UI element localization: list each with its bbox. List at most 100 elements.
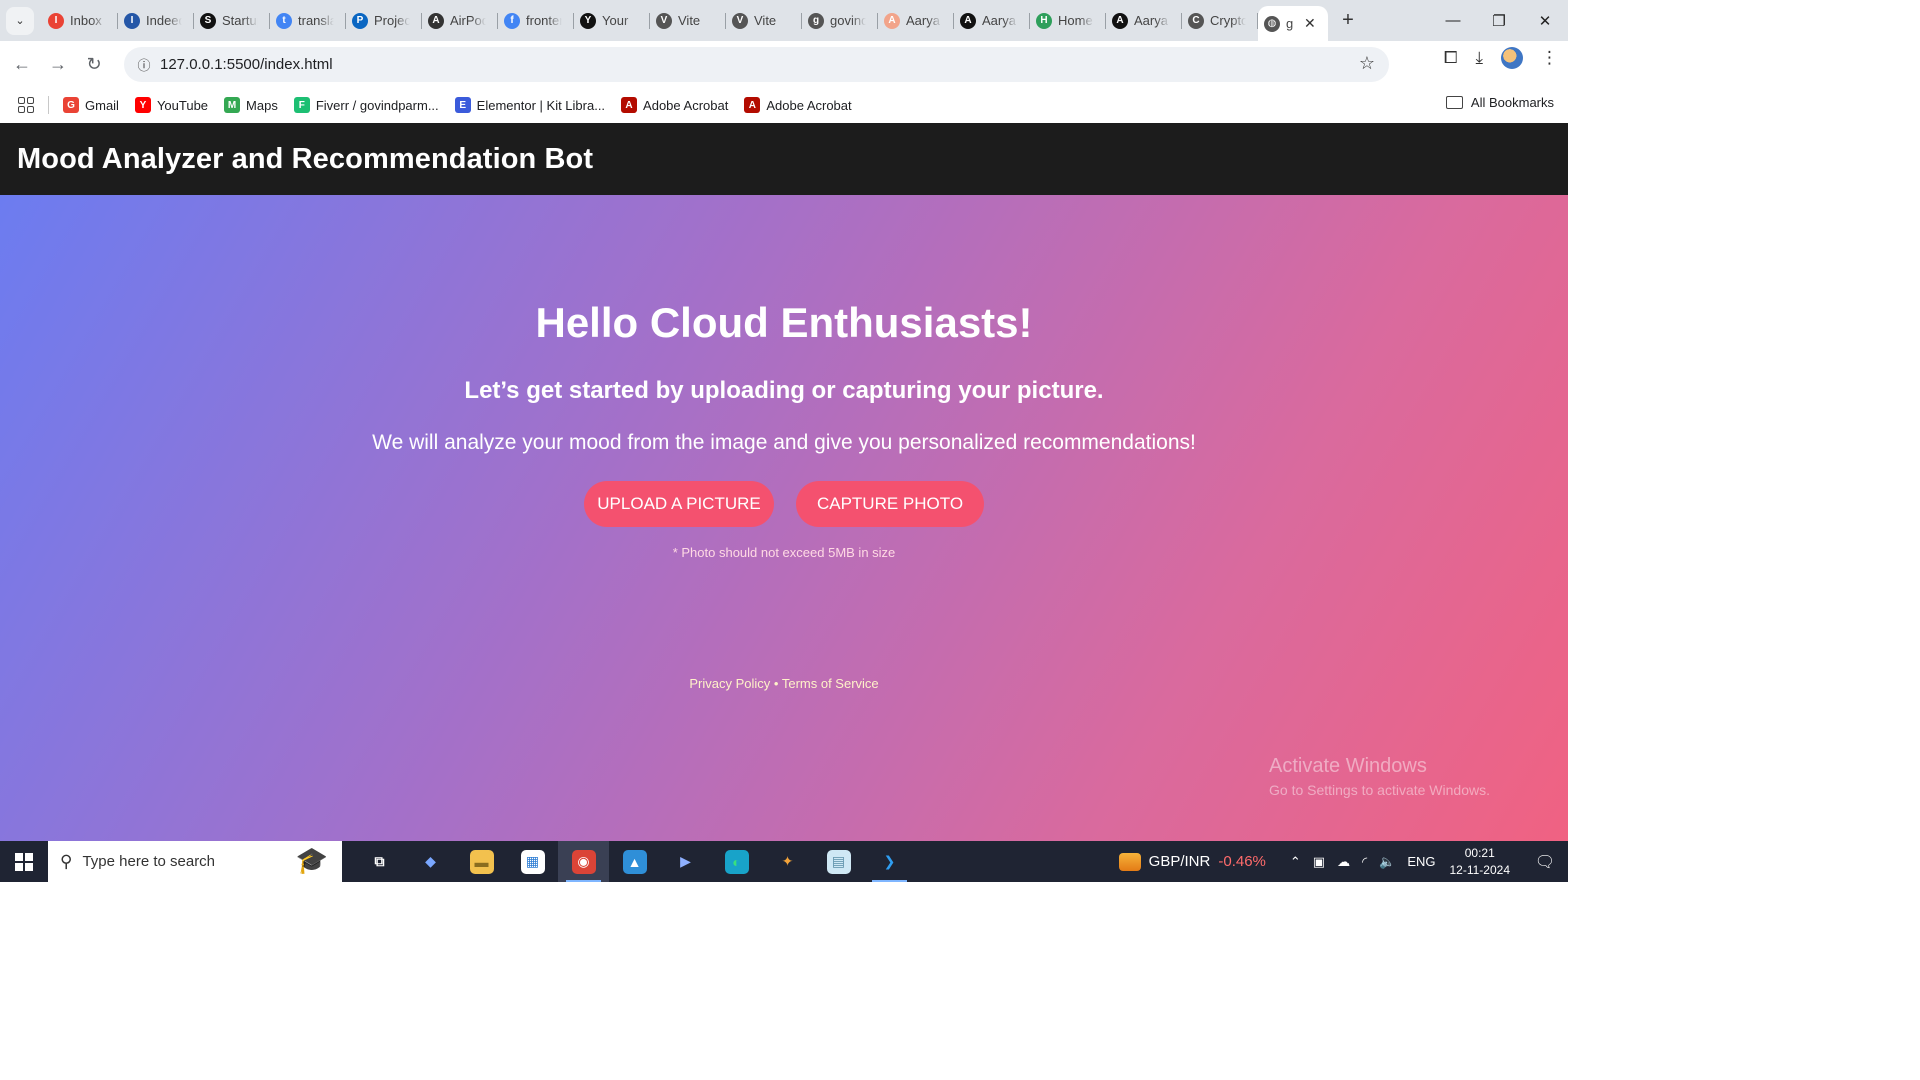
acrobat-icon: A — [621, 97, 638, 113]
forward-arrow-icon[interactable]: → — [40, 46, 76, 82]
bookmark-item[interactable]: A Adobe Acrobat — [621, 97, 728, 113]
currency-ticker[interactable]: GBP/INR -0.46% — [1118, 852, 1266, 871]
bookmark-item[interactable]: G Gmail — [63, 97, 119, 113]
folder-icon — [1445, 96, 1463, 109]
browser-tab[interactable]: V Vite — [650, 0, 726, 41]
browser-tab[interactable]: f frontend — [498, 0, 574, 41]
notification-icon[interactable]: 🗨 — [1530, 841, 1560, 882]
fiverr-icon: F — [293, 97, 310, 113]
bookmark-separator — [48, 96, 49, 114]
volume-icon[interactable]: 🔈 — [1379, 854, 1395, 870]
all-bookmarks-button[interactable]: All Bookmarks — [1445, 95, 1554, 110]
taskbar-app[interactable]: ▬ — [456, 841, 507, 882]
wix-icon: S — [200, 12, 216, 29]
bookmarks-bar: G Gmail Y YouTube M Maps F Fiverr / govindparm.… — [0, 87, 1568, 123]
bookmark-item[interactable]: A Adobe Acrobat — [744, 97, 852, 113]
taskbar-app[interactable]: ⧉ — [354, 841, 405, 882]
capture-photo-button[interactable]: CAPTURE PHOTO — [796, 481, 984, 527]
tab-title: translate — [298, 13, 334, 28]
chevron-up-icon[interactable]: ⌃ — [1290, 854, 1301, 870]
watermark-subtitle: Go to Settings to activate Windows. — [1269, 782, 1490, 798]
browser-tab[interactable]: A AirPods — [422, 0, 498, 41]
browser-tab[interactable]: t translate — [270, 0, 346, 41]
language-indicator[interactable]: ENG — [1407, 854, 1435, 870]
browser-toolbar: ← → ↻ ⓘ 127.0.0.1:5500/index.html ☆ ⧠ ⤓ … — [0, 41, 1568, 87]
google-icon: t — [276, 12, 292, 29]
github-icon: A — [1112, 12, 1128, 29]
close-tab-icon[interactable]: ✕ — [1304, 15, 1316, 32]
meet-now-icon[interactable]: ▣ — [1313, 854, 1325, 870]
back-arrow-icon[interactable]: ← — [4, 46, 40, 82]
clock[interactable]: 00:21 12-11-2024 — [1450, 845, 1511, 879]
taskbar-app[interactable]: ✦ — [762, 841, 813, 882]
wifi-icon[interactable]: ◜ — [1362, 854, 1367, 870]
reload-icon[interactable]: ↻ — [76, 46, 112, 82]
taskbar-app[interactable]: ❯ — [864, 841, 915, 882]
browser-tab[interactable]: P Projects — [346, 0, 422, 41]
acrobat-icon: A — [744, 97, 761, 113]
github-icon: A — [960, 12, 976, 29]
tab-title: Indeed — [146, 13, 182, 28]
gmail-icon: G — [63, 97, 79, 113]
tab-search-chevron-icon[interactable]: ⌄ — [6, 6, 34, 35]
upload-picture-button[interactable]: UPLOAD A PICTURE — [584, 481, 774, 527]
browser-tab[interactable]: H Home — [1030, 0, 1106, 41]
github-icon: Y — [580, 12, 596, 29]
code-icon: H — [1036, 12, 1052, 29]
close-window-icon[interactable]: ✕ — [1522, 0, 1568, 41]
globe-icon: g — [808, 12, 824, 29]
taskbar-app[interactable]: ▦ — [507, 841, 558, 882]
apps-grid-icon[interactable] — [18, 97, 34, 113]
elementor-icon: E — [454, 97, 471, 113]
graduation-cap-icon: 🎓 — [295, 845, 328, 875]
tab-title: Inbox — [70, 13, 102, 28]
hero-section: Hello Cloud Enthusiasts! Let’s get start… — [0, 195, 1568, 841]
browser-tab[interactable]: I Inbox — [42, 0, 118, 41]
restore-icon[interactable]: ❐ — [1476, 0, 1522, 41]
vscode-icon: ❯ — [883, 853, 896, 869]
browser-tab[interactable]: g govind — [802, 0, 878, 41]
profile-avatar[interactable] — [1501, 47, 1523, 69]
browser-tab[interactable]: A Aarya — [1106, 0, 1182, 41]
active-browser-tab[interactable]: ◍ g ✕ — [1258, 6, 1328, 41]
terms-of-service-link[interactable]: Terms of Service — [782, 676, 879, 691]
taskbar-app[interactable]: ▶ — [660, 841, 711, 882]
site-info-icon[interactable]: ⓘ — [128, 55, 160, 74]
bookmark-item[interactable]: Y YouTube — [134, 97, 208, 113]
bookmark-item[interactable]: F Fiverr / govindparm... — [293, 97, 439, 113]
address-bar[interactable]: ⓘ 127.0.0.1:5500/index.html ☆ — [124, 47, 1389, 82]
activate-windows-watermark: Activate Windows Go to Settings to activ… — [1269, 755, 1490, 798]
browser-tab[interactable]: C Crypto — [1182, 0, 1258, 41]
start-button[interactable] — [0, 841, 48, 882]
new-tab-plus-icon[interactable]: + — [1334, 7, 1362, 35]
browser-tab[interactable]: S Startup — [194, 0, 270, 41]
more-menu-icon[interactable]: ⋮ — [1541, 48, 1558, 68]
tab-title: frontend — [526, 13, 562, 28]
onedrive-cloud-icon[interactable]: ☁ — [1337, 854, 1350, 870]
privacy-policy-link[interactable]: Privacy Policy — [689, 676, 770, 691]
taskbar-app[interactable]: ◆ — [405, 841, 456, 882]
bookmark-item[interactable]: M Maps — [224, 97, 278, 113]
notepad-icon: ▤ — [826, 849, 851, 874]
browser-tab[interactable]: A Aarya — [878, 0, 954, 41]
browser-tab[interactable]: A Aarya — [954, 0, 1030, 41]
taskbar-app[interactable]: ◐ — [711, 841, 762, 882]
taskbar-app[interactable]: ▲ — [609, 841, 660, 882]
browser-tab[interactable]: Y Your — [574, 0, 650, 41]
minimize-icon[interactable]: — — [1430, 0, 1476, 41]
taskbar-search-box[interactable]: ⚲ Type here to search 🎓 — [48, 841, 342, 882]
google-icon: f — [504, 12, 520, 29]
taskbar-app[interactable]: ▤ — [813, 841, 864, 882]
bookmark-star-icon[interactable]: ☆ — [1359, 53, 1375, 74]
browser-tab[interactable]: I Indeed — [118, 0, 194, 41]
taskbar-app[interactable]: ◉ — [558, 841, 609, 882]
extensions-puzzle-icon[interactable]: ⧠ — [1444, 48, 1458, 68]
browser-tab[interactable]: V Vite — [726, 0, 802, 41]
tab-title: Home — [1058, 13, 1093, 28]
footer-separator: • — [773, 676, 779, 691]
download-icon[interactable]: ⤓ — [1475, 48, 1483, 68]
toolbar-actions: ⧠ ⤓ ⋮ — [1444, 47, 1558, 69]
youtube-icon: Y — [134, 97, 151, 113]
url-text[interactable]: 127.0.0.1:5500/index.html — [160, 56, 333, 73]
bookmark-item[interactable]: E Elementor | Kit Libra... — [454, 97, 605, 113]
